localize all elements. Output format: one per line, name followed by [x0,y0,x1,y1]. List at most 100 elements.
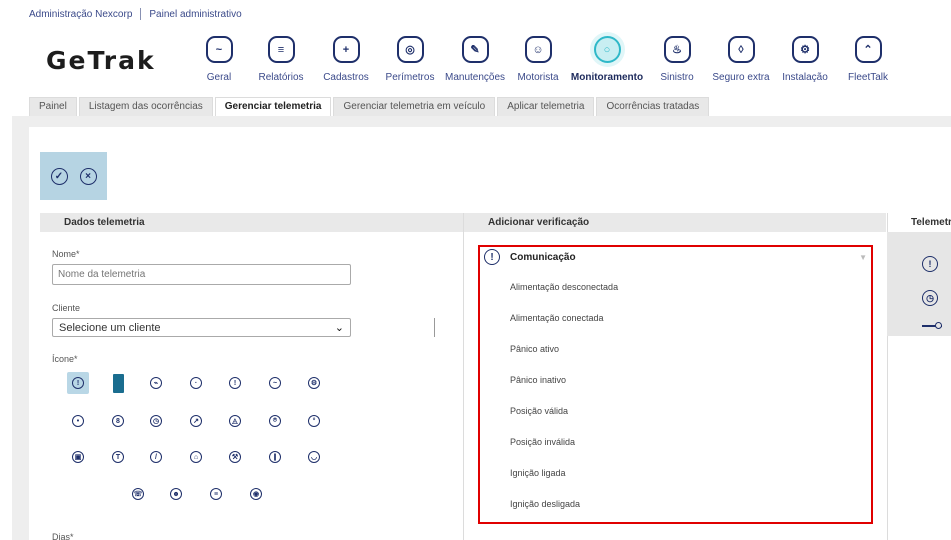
person-icon-glyph: ☻ [170,488,182,500]
camera-icon[interactable]: ◉ [245,483,267,505]
battery-icon-glyph [112,373,124,393]
clock-icon: ◷ [922,290,938,306]
tab-aplicar-telemetria[interactable]: Aplicar telemetria [497,97,595,116]
module-cadastros[interactable]: + Cadastros [316,36,376,83]
alert-icon-glyph: ! [72,377,84,389]
action-bar: ✓ × [40,152,107,200]
dropdown-option[interactable]: Posição inválida [510,437,575,447]
warning-icon[interactable]: ! [224,372,246,394]
location-icon-glyph: ⌾ [269,415,281,427]
module-instalação[interactable]: ⚙ Instalação [775,36,835,83]
nome-input[interactable] [52,264,351,285]
fuel-icon-glyph: ▣ [72,451,84,463]
thermometer-icon-glyph: T [112,451,124,463]
cliente-select[interactable]: Selecione um cliente ⌄ [52,318,351,337]
clock-icon-glyph: ◷ [150,415,162,427]
telemetria-panel [887,232,951,336]
alert-icon: ! [484,249,500,265]
cliente-select-value: Selecione um cliente [59,321,161,334]
section-header-verificacao: Adicionar verificação [464,213,886,232]
tab-bar: Painel Listagem das ocorrências Gerenciar … [29,97,710,116]
dropdown-option[interactable]: Ignição ligada [510,468,566,478]
tab-ocorrências-tratadas[interactable]: Ocorrências tratadas [596,97,710,116]
confirm-button[interactable]: ✓ [50,167,68,185]
shield-keyhole-icon: ◊ [727,36,755,63]
plug-icon-glyph: ⌁ [150,377,162,389]
speedometer-icon[interactable]: ↗ [185,410,207,432]
module-manutenções[interactable]: ✎ Manutenções [445,36,505,83]
close-icon: × [85,170,91,182]
module-fleettalk[interactable]: ⌃ FleetTalk [838,36,898,83]
home-icon-glyph: ⌂ [190,451,202,463]
module-relatórios[interactable]: ≡ Relatórios [251,36,311,83]
home-icon[interactable]: ⌂ [185,446,207,468]
module-label: Instalação [782,72,828,83]
settings-icon-glyph: ⚙ [308,377,320,389]
settings-icon[interactable]: ⚙ [303,372,325,394]
dropdown-option[interactable]: Alimentação conectada [510,313,604,323]
fuel-icon[interactable]: ▣ [67,446,89,468]
warning-icon-glyph: ! [229,377,241,389]
plug-icon[interactable]: ⌁ [145,372,167,394]
shield-icon[interactable]: ◬ [224,410,246,432]
tab-painel[interactable]: Painel [29,97,77,116]
clip-icon[interactable]: ∥ [264,446,286,468]
key-icon-glyph: 8 [112,415,124,427]
module-geral[interactable]: ~ Geral [189,36,249,83]
breadcrumb-separator [140,8,142,20]
column-divider [463,213,464,540]
pen-icon[interactable]: / [145,446,167,468]
module-label: Monitoramento [570,72,644,83]
module-label: Sinistro [660,72,694,83]
thermometer-icon[interactable]: T [107,446,129,468]
gauge-icon-glyph: ~ [269,377,281,389]
gauge-icon[interactable]: ~ [264,372,286,394]
timer-icon[interactable]: · [185,372,207,394]
installer-icon: ⚙ [791,36,819,63]
dropdown-option[interactable]: Posição válida [510,406,568,416]
cliente-label: Cliente [52,303,81,313]
battery-icon[interactable] [107,372,129,394]
temperature-icon[interactable]: ° [303,410,325,432]
tab-listagem-das-ocorrências[interactable]: Listagem das ocorrências [78,97,213,116]
tool-icon-glyph: ⚒ [229,451,241,463]
folder-add-icon: + [332,36,360,63]
verification-dropdown[interactable]: ! Comunicação ▼ Alimentação desconectada… [478,245,873,524]
dropdown-option[interactable]: Alimentação desconectada [510,282,618,292]
location-icon[interactable]: ⌾ [264,410,286,432]
alert-icon[interactable]: ! [67,372,89,394]
caret-down-icon[interactable]: ▼ [859,253,867,262]
target-icon-glyph: • [72,415,84,427]
module-perímetros[interactable]: ◎ Perímetros [380,36,440,83]
module-label: Cadastros [323,72,369,83]
clock-icon[interactable]: ◷ [145,410,167,432]
target-icon[interactable]: • [67,410,89,432]
breadcrumb-section[interactable]: Painel administrativo [149,9,241,20]
person-icon[interactable]: ☻ [165,483,187,505]
module-monitoramento[interactable]: ○ Monitoramento [571,36,643,83]
breadcrumb: Administração Nexcorp Painel administrat… [29,8,242,20]
steering-icon[interactable]: ◡ [303,446,325,468]
dropdown-option[interactable]: Pânico ativo [510,344,559,354]
speedometer-icon-glyph: ↗ [190,415,202,427]
message-icon[interactable]: ≡ [205,483,227,505]
tab-gerenciar-telemetria[interactable]: Gerenciar telemetria [214,97,332,116]
siren-icon: ♨ [663,36,691,63]
dropdown-option[interactable]: Pânico inativo [510,375,566,385]
report-icon: ≡ [267,36,295,63]
module-seguro-extra[interactable]: ◊ Seguro extra [711,36,771,83]
cancel-button[interactable]: × [79,167,97,185]
module-motorista[interactable]: ☺ Motorista [508,36,568,83]
driver-icon: ☺ [524,36,552,63]
clip-icon-glyph: ∥ [269,451,281,463]
tool-icon[interactable]: ⚒ [224,446,246,468]
phone-icon[interactable]: ☏ [127,483,149,505]
dropdown-option[interactable]: Ignição desligada [510,499,580,509]
breadcrumb-org[interactable]: Administração Nexcorp [29,9,132,20]
dias-label: Dias* [52,532,74,540]
key-icon[interactable]: 8 [107,410,129,432]
tab-gerenciar-telemetria-em-veículo[interactable]: Gerenciar telemetria em veículo [333,97,496,116]
module-label: Geral [206,72,232,83]
dropdown-header[interactable]: ! Comunicação ▼ [480,247,871,267]
module-sinistro[interactable]: ♨ Sinistro [647,36,707,83]
